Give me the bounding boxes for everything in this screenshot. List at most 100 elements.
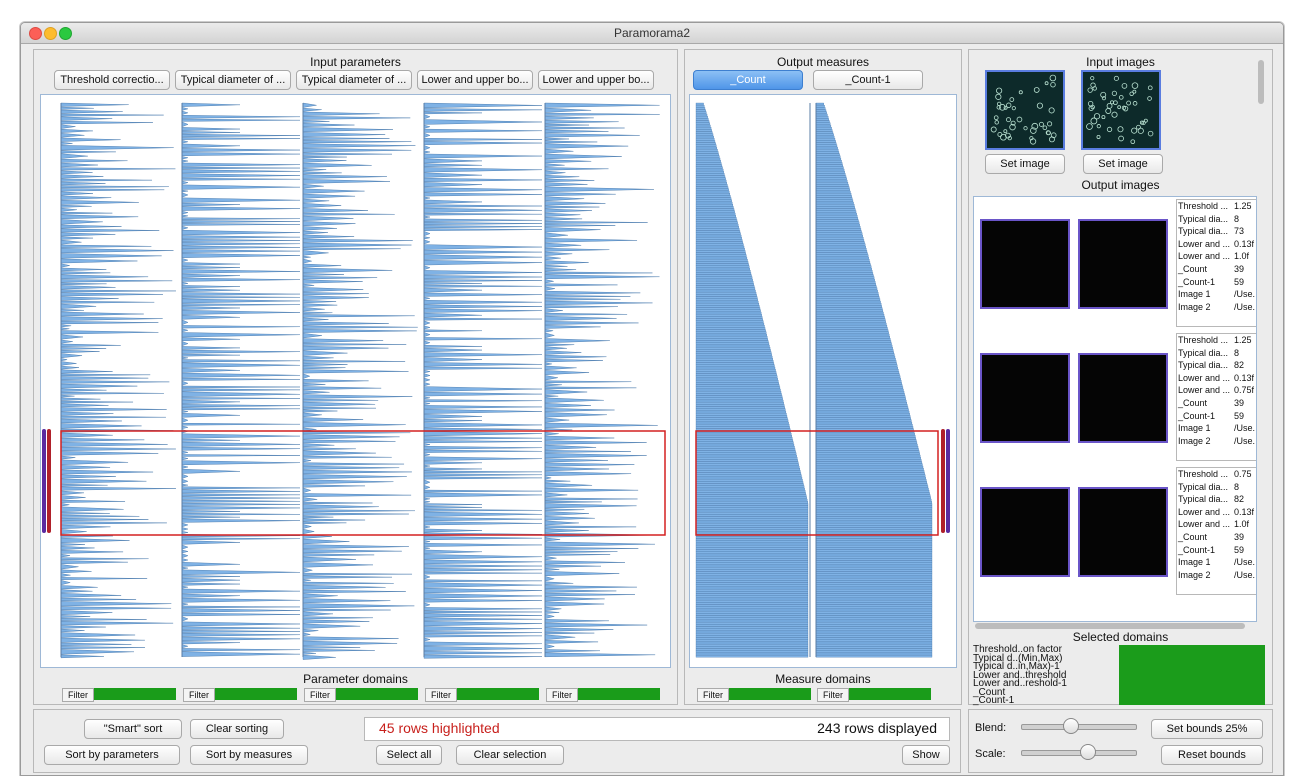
metadata-key: Image 1 <box>1178 423 1211 434</box>
output-image-1[interactable] <box>980 487 1070 577</box>
parameter-filter-button-5[interactable]: Filter <box>546 688 578 702</box>
output-record[interactable]: Threshold ... 1.25 Typical dia... 8 Typical … <box>974 331 1256 461</box>
metadata-row: Lower and ... 1.0f <box>1177 250 1256 263</box>
input-image-1[interactable] <box>985 70 1065 150</box>
smart-sort-button[interactable]: "Smart" sort <box>84 719 182 739</box>
parameter-domain-bar-2 <box>215 688 297 700</box>
output-record[interactable]: Threshold ... 0.75 Typical dia... 8 Typical … <box>974 465 1256 595</box>
show-button[interactable]: Show <box>902 745 950 765</box>
metadata-row: _Count-1 59 <box>1177 410 1256 423</box>
metadata-value: 1.25 <box>1234 335 1252 345</box>
parameter-button-5[interactable]: Lower and upper bo... <box>538 70 654 90</box>
output-measures-title: Output measures <box>776 55 870 69</box>
select-all-button[interactable]: Select all <box>376 745 442 765</box>
parameter-filter-button-4[interactable]: Filter <box>425 688 457 702</box>
output-image-1[interactable] <box>980 219 1070 309</box>
output-image-2[interactable] <box>1078 219 1168 309</box>
input-images-title: Input images <box>1086 55 1155 69</box>
metadata-row: Lower and ... 0.13f <box>1177 506 1256 519</box>
reset-bounds-button[interactable]: Reset bounds <box>1161 745 1263 765</box>
output-measures-panel: Output measures _Count _Count-1 Measure d… <box>684 49 962 705</box>
vertical-scrollbar[interactable] <box>1257 56 1265 620</box>
metadata-row: Typical dia... 8 <box>1177 481 1256 494</box>
metadata-row: Threshold ... 1.25 <box>1177 334 1256 347</box>
parameter-domain-bar-5 <box>578 688 660 700</box>
parameter-filter-button-3[interactable]: Filter <box>304 688 336 702</box>
blend-label: Blend: <box>975 722 1007 734</box>
metadata-key: _Count-1 <box>1178 410 1216 421</box>
selected-domains-title: Selected domains <box>1072 630 1169 644</box>
metadata-value: 1.0f <box>1234 251 1250 262</box>
blend-slider-knob[interactable] <box>1062 718 1079 734</box>
blend-slider[interactable] <box>1021 724 1137 730</box>
metadata-key: Image 2 <box>1178 569 1211 580</box>
metadata-row: _Count 39 <box>1177 263 1256 276</box>
parameter-domains-title: Parameter domains <box>303 672 408 686</box>
metadata-key: _Count-1 <box>1178 544 1216 555</box>
measure-plot[interactable] <box>689 94 957 668</box>
metadata-key: Image 1 <box>1178 289 1211 300</box>
parameter-button-1[interactable]: Threshold correctio... <box>54 70 170 90</box>
sorting-controls: "Smart" sort Clear sorting Sort by param… <box>33 709 961 773</box>
input-parameters-title: Input parameters <box>310 55 401 69</box>
output-image-2[interactable] <box>1078 353 1168 443</box>
metadata-value: 8 <box>1234 481 1240 492</box>
parameter-domain-bar-3 <box>336 688 418 700</box>
scale-label: Scale: <box>975 748 1006 760</box>
metadata-key: Lower and ... <box>1178 385 1231 396</box>
measure-filter-button-1[interactable]: Filter <box>697 688 729 702</box>
set-image-button-1[interactable]: Set image <box>985 154 1065 174</box>
status-box: 45 rows highlighted 243 rows displayed <box>364 717 950 741</box>
horizontal-scrollbar[interactable] <box>973 622 1255 630</box>
input-image-2[interactable] <box>1081 70 1161 150</box>
metadata-row: Typical dia... 73 <box>1177 225 1256 238</box>
parameter-column-4 <box>423 102 543 659</box>
sort-by-parameters-button[interactable]: Sort by parameters <box>44 745 180 765</box>
measure-column-1 <box>695 102 811 658</box>
right-highlight-marker <box>941 429 951 533</box>
measure-column-2 <box>815 102 933 658</box>
metadata-row: Threshold ... 1.25 <box>1177 200 1256 213</box>
metadata-key: Typical dia... <box>1178 360 1229 371</box>
metadata-value: 82 <box>1234 360 1245 371</box>
output-image-1[interactable] <box>980 353 1070 443</box>
zoom-window-icon[interactable] <box>59 27 72 40</box>
measure-domain-bar-1 <box>729 688 811 700</box>
minimize-window-icon[interactable] <box>44 27 57 40</box>
metadata-row: Lower and ... 0.13f <box>1177 238 1256 251</box>
parameter-button-3[interactable]: Typical diameter of ... <box>296 70 412 90</box>
metadata-key: _Count-1 <box>1178 276 1216 287</box>
clear-selection-button[interactable]: Clear selection <box>456 745 564 765</box>
parameter-filter-button-1[interactable]: Filter <box>62 688 94 702</box>
sort-by-measures-button[interactable]: Sort by measures <box>190 745 308 765</box>
metadata-row: Image 1/Use. <box>1177 422 1256 435</box>
measure-button-2[interactable]: _Count-1 <box>813 70 923 90</box>
metadata-row: Image 1/Use. <box>1177 288 1256 301</box>
metadata-key: Image 2 <box>1178 435 1211 446</box>
clear-sorting-button[interactable]: Clear sorting <box>190 719 284 739</box>
metadata-value: /Use. <box>1234 435 1256 446</box>
set-bounds-button[interactable]: Set bounds 25% <box>1151 719 1263 739</box>
output-record[interactable]: Threshold ... 1.25 Typical dia... 8 Typical … <box>974 197 1256 327</box>
measure-filter-button-2[interactable]: Filter <box>817 688 849 702</box>
measure-button-1[interactable]: _Count <box>693 70 803 90</box>
parameter-button-4[interactable]: Lower and upper bo... <box>417 70 533 90</box>
parameter-button-2[interactable]: Typical diameter of ... <box>175 70 291 90</box>
record-metadata: Threshold ... 0.75 Typical dia... 8 Typical … <box>1176 467 1256 595</box>
parameter-plot[interactable] <box>40 94 671 668</box>
metadata-row: Typical dia... 8 <box>1177 347 1256 360</box>
scale-slider[interactable] <box>1021 750 1137 756</box>
title-bar: Paramorama2 <box>21 23 1283 44</box>
output-images-list: Threshold ... 1.25 Typical dia... 8 Typical … <box>973 196 1257 622</box>
record-metadata: Threshold ... 1.25 Typical dia... 8 Typical … <box>1176 333 1256 461</box>
scale-slider-knob[interactable] <box>1079 744 1096 760</box>
metadata-value: 0.13f <box>1234 372 1255 383</box>
metadata-value: 73 <box>1234 226 1245 237</box>
set-image-button-2[interactable]: Set image <box>1083 154 1163 174</box>
output-image-2[interactable] <box>1078 487 1168 577</box>
parameter-filter-button-2[interactable]: Filter <box>183 688 215 702</box>
metadata-key: Lower and ... <box>1178 372 1231 383</box>
metadata-value: 59 <box>1234 276 1245 287</box>
metadata-value: 0.13f <box>1234 238 1255 249</box>
close-window-icon[interactable] <box>29 27 42 40</box>
